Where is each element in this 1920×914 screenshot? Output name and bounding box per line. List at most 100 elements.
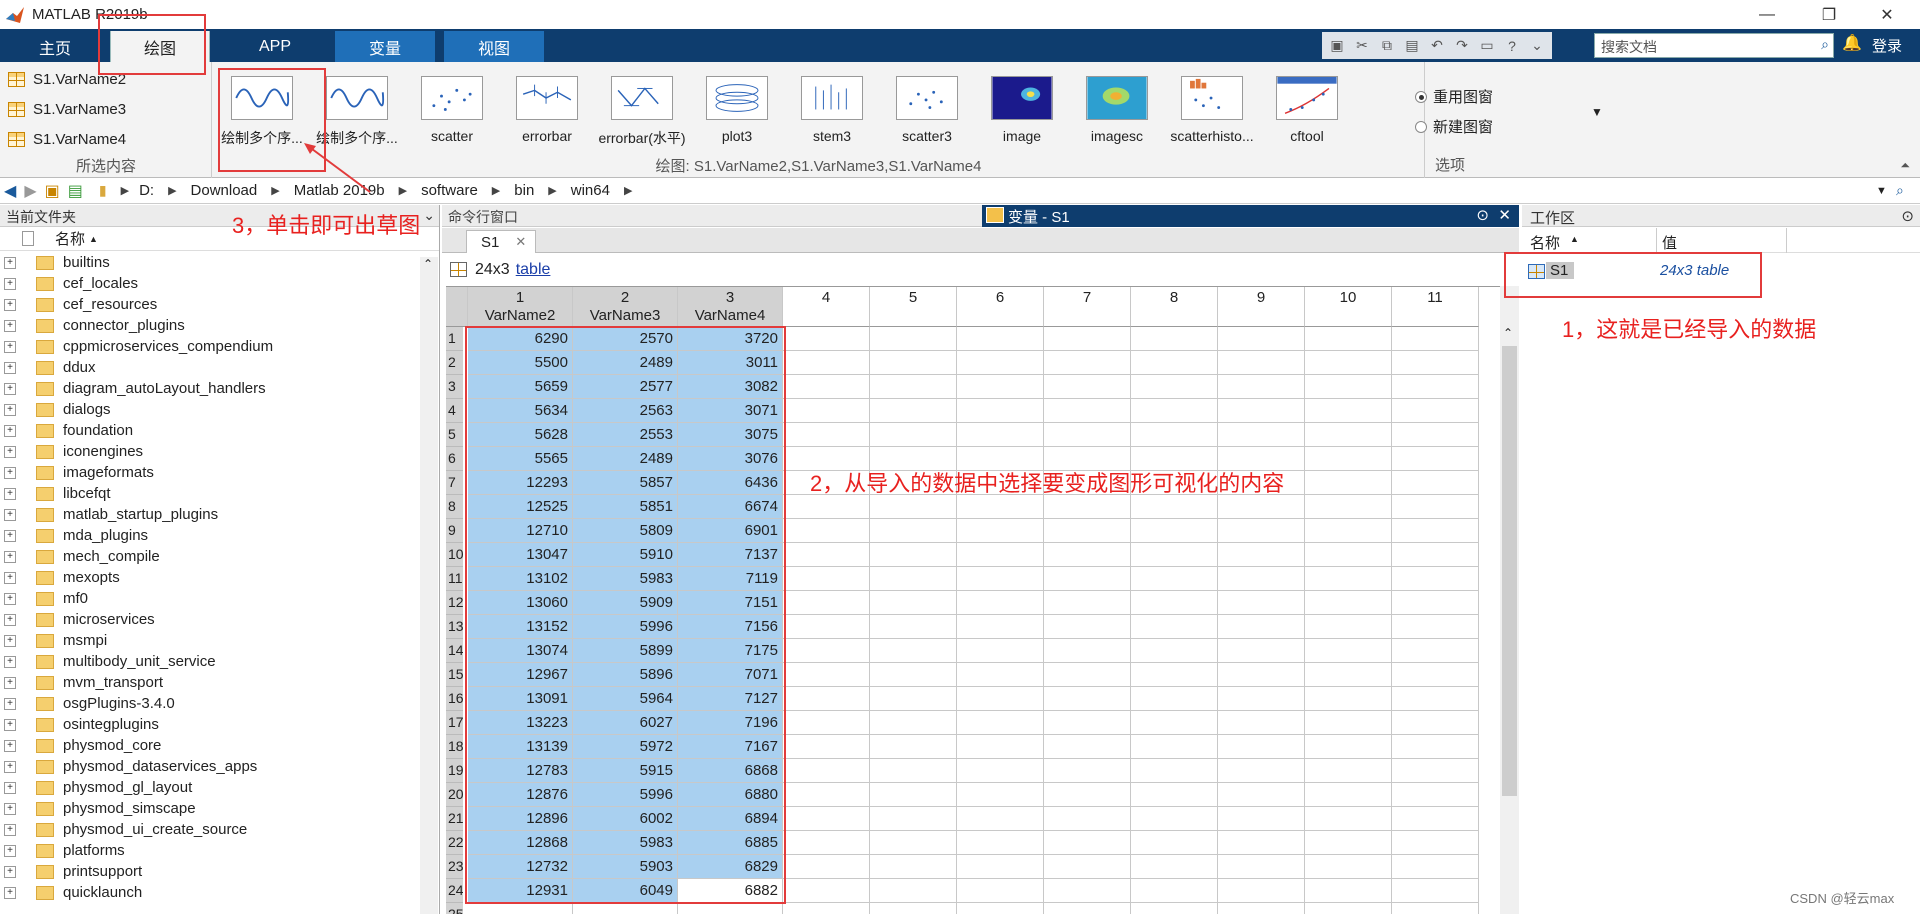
tab-variable[interactable]: 变量	[335, 31, 435, 62]
row-header[interactable]: 14	[446, 639, 463, 663]
breadcrumb-segment[interactable]: bin	[514, 182, 534, 199]
grid-cell[interactable]	[1131, 903, 1218, 914]
undo-icon[interactable]: ↶	[1426, 35, 1448, 57]
grid-cell[interactable]	[1131, 591, 1218, 615]
folder-row[interactable]: + dialogs	[0, 399, 420, 420]
grid-cell[interactable]	[870, 567, 957, 591]
grid-cell[interactable]	[1218, 591, 1305, 615]
grid-cell[interactable]	[1392, 423, 1479, 447]
breadcrumb-segment[interactable]: win64	[571, 182, 610, 199]
grid-cell[interactable]	[1131, 327, 1218, 351]
column-divider[interactable]	[1786, 228, 1787, 253]
row-header[interactable]: 13	[446, 615, 463, 639]
grid-cell[interactable]	[783, 711, 870, 735]
forward-arrow-icon[interactable]: ▶	[24, 181, 36, 201]
grid-cell[interactable]	[1305, 471, 1392, 495]
grid-cell[interactable]	[1392, 855, 1479, 879]
folder-row[interactable]: + diagram_autoLayout_handlers	[0, 378, 420, 399]
grid-cell[interactable]	[1305, 375, 1392, 399]
help-icon[interactable]: ?	[1501, 35, 1523, 57]
grid-cell[interactable]	[870, 735, 957, 759]
grid-cell[interactable]	[870, 351, 957, 375]
gallery-expand-button[interactable]: ▼	[1584, 72, 1610, 152]
grid-cell[interactable]	[1044, 615, 1131, 639]
grid-cell[interactable]	[1218, 351, 1305, 375]
grid-cell[interactable]	[870, 423, 957, 447]
grid-cell[interactable]	[1392, 759, 1479, 783]
expand-icon[interactable]: +	[4, 676, 16, 689]
grid-cell[interactable]	[1305, 711, 1392, 735]
grid-cell[interactable]	[870, 615, 957, 639]
row-header[interactable]: 8	[446, 495, 463, 519]
tab-view[interactable]: 视图	[444, 31, 544, 62]
grid-cell[interactable]	[1131, 687, 1218, 711]
folder-row[interactable]: + physmod_core	[0, 735, 420, 756]
grid-cell[interactable]	[1392, 375, 1479, 399]
expand-icon[interactable]: +	[4, 718, 16, 731]
folder-row[interactable]: + matlab_startup_plugins	[0, 504, 420, 525]
grid-cell[interactable]	[870, 519, 957, 543]
expand-icon[interactable]: +	[4, 550, 16, 563]
search-folder-icon[interactable]: ⌕	[1896, 182, 1904, 199]
selected-variable-item[interactable]: S1.VarName3	[8, 96, 126, 122]
row-header[interactable]: 6	[446, 447, 463, 471]
plot-button-scatterhistogram[interactable]: scatterhisto...	[1167, 66, 1257, 150]
grid-scrollbar[interactable]: ⌃	[1500, 286, 1519, 914]
grid-cell[interactable]	[1044, 879, 1131, 903]
grid-cell[interactable]	[1218, 903, 1305, 914]
expand-icon[interactable]: +	[4, 886, 16, 899]
column-header[interactable]: 7	[1044, 287, 1131, 327]
grid-cell[interactable]	[1392, 543, 1479, 567]
row-header[interactable]: 15	[446, 663, 463, 687]
row-header[interactable]: 11	[446, 567, 463, 591]
column-header[interactable]: 5	[870, 287, 957, 327]
grid-cell[interactable]	[1305, 879, 1392, 903]
grid-cell[interactable]	[1305, 615, 1392, 639]
grid-cell[interactable]	[1305, 855, 1392, 879]
row-header[interactable]: 25	[446, 903, 463, 914]
grid-cell[interactable]	[468, 903, 573, 914]
folder-row[interactable]: + ddux	[0, 357, 420, 378]
grid-cell[interactable]	[1044, 519, 1131, 543]
grid-cell[interactable]	[1392, 447, 1479, 471]
search-documentation-input[interactable]: 搜索文档 ⌕	[1594, 33, 1834, 58]
grid-cell[interactable]	[1218, 567, 1305, 591]
scroll-thumb[interactable]	[1502, 346, 1517, 796]
grid-cell[interactable]	[1218, 495, 1305, 519]
row-header[interactable]: 7	[446, 471, 463, 495]
grid-cell[interactable]	[957, 399, 1044, 423]
grid-cell[interactable]	[1392, 615, 1479, 639]
expand-icon[interactable]: +	[4, 844, 16, 857]
row-header[interactable]: 5	[446, 423, 463, 447]
panel-menu-icon[interactable]: ⊙	[1901, 207, 1914, 225]
grid-cell[interactable]	[957, 759, 1044, 783]
grid-cell[interactable]	[1131, 807, 1218, 831]
new-figure-radio[interactable]: 新建图窗	[1415, 116, 1493, 137]
plot-button-errorbar-horizontal[interactable]: errorbar(水平)	[597, 66, 687, 150]
panel-menu-icon[interactable]: ⌄	[423, 207, 435, 224]
grid-cell[interactable]	[1218, 783, 1305, 807]
grid-cell[interactable]	[1392, 687, 1479, 711]
grid-cell[interactable]	[1305, 591, 1392, 615]
row-header[interactable]: 12	[446, 591, 463, 615]
grid-cell[interactable]	[957, 687, 1044, 711]
folder-row[interactable]: + libcefqt	[0, 483, 420, 504]
grid-cell[interactable]	[870, 327, 957, 351]
grid-cell[interactable]	[573, 903, 678, 914]
row-header[interactable]: 17	[446, 711, 463, 735]
grid-cell[interactable]	[783, 831, 870, 855]
row-header[interactable]: 19	[446, 759, 463, 783]
grid-cell[interactable]	[1218, 327, 1305, 351]
grid-cell[interactable]	[1044, 735, 1131, 759]
column-header[interactable]: 9	[1218, 287, 1305, 327]
expand-icon[interactable]: +	[4, 634, 16, 647]
grid-cell[interactable]	[1305, 423, 1392, 447]
column-header[interactable]: 2 VarName3	[573, 287, 678, 327]
collapse-ribbon-icon[interactable]: ⏶	[1900, 158, 1910, 173]
grid-cell[interactable]	[1131, 831, 1218, 855]
reuse-figure-radio[interactable]: 重用图窗	[1415, 86, 1493, 107]
grid-cell[interactable]	[1131, 663, 1218, 687]
grid-cell[interactable]	[1044, 399, 1131, 423]
column-header[interactable]: 8	[1131, 287, 1218, 327]
tab-apps[interactable]: APP	[230, 31, 320, 62]
